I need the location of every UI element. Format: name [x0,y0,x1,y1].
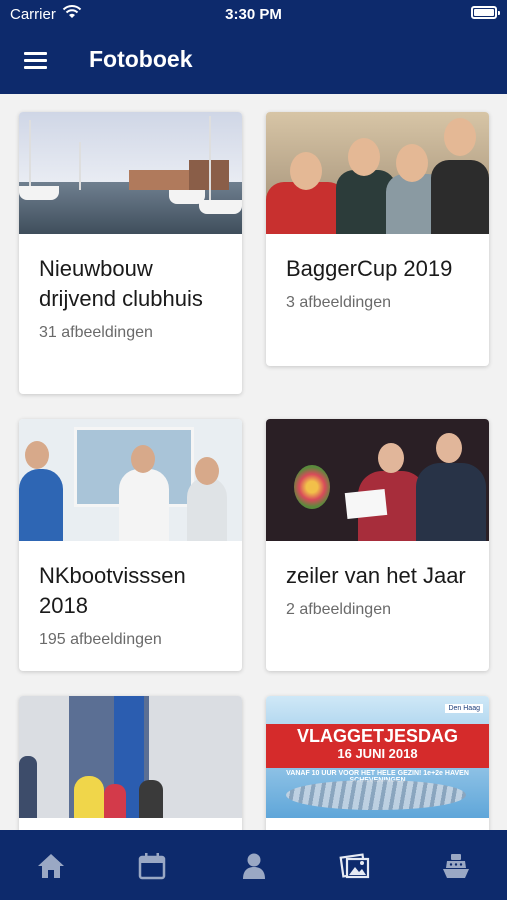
poster-date: 16 JUNI 2018 [337,746,418,761]
poster-headline: VLAGGETJESDAG [296,726,459,746]
album-card[interactable]: Nieuwbouw drijvend clubhuis 31 afbeeldin… [19,112,242,394]
hamburger-menu-icon[interactable] [24,50,48,70]
boat-icon[interactable] [438,848,474,884]
clock: 3:30 PM [225,6,282,23]
album-count: 195 afbeeldingen [39,631,162,648]
album-card[interactable]: zeiler van het Jaar 2 afbeeldingen [266,419,489,671]
album-count: 3 afbeeldingen [286,294,391,311]
album-card[interactable]: BaggerCup 2019 3 afbeeldingen [266,112,489,366]
album-cover-photo: Den Haag VLAGGETJESDAG 16 JUNI 2018 VANA… [266,696,489,818]
poster-banner: VLAGGETJESDAG 16 JUNI 2018 [266,724,489,768]
album-count: 31 afbeeldingen [39,324,153,341]
album-count: 2 afbeeldingen [286,601,391,618]
status-bar: Carrier 3:30 PM [0,0,507,30]
album-cover-photo [19,419,242,541]
home-icon[interactable] [33,848,69,884]
album-cover-photo [19,112,242,234]
top-bar: Carrier 3:30 PM Fotoboek [0,0,507,94]
tab-bar [0,830,507,900]
screen: Carrier 3:30 PM Fotoboek Nieuwbouw drijv… [0,0,507,900]
photos-icon[interactable] [337,848,373,884]
album-grid: Nieuwbouw drijvend clubhuis 31 afbeeldin… [0,94,507,830]
person-icon[interactable] [236,848,272,884]
album-cover-photo [266,419,489,541]
calendar-icon[interactable] [134,848,170,884]
album-card[interactable]: NKbootvisssen 2018 195 afbeeldingen [19,419,242,671]
album-card[interactable] [19,696,242,830]
album-cover-photo [19,696,242,818]
album-title: BaggerCup 2019 [286,256,453,281]
album-title: Nieuwbouw drijvend clubhuis [39,256,203,311]
battery-icon [471,6,500,19]
album-card[interactable]: Den Haag VLAGGETJESDAG 16 JUNI 2018 VANA… [266,696,489,830]
album-cover-photo [266,112,489,234]
album-title: zeiler van het Jaar [286,563,466,588]
album-title: NKbootvisssen 2018 [39,563,186,618]
poster-logo: Den Haag [445,704,483,713]
page-title: Fotoboek [89,46,193,72]
